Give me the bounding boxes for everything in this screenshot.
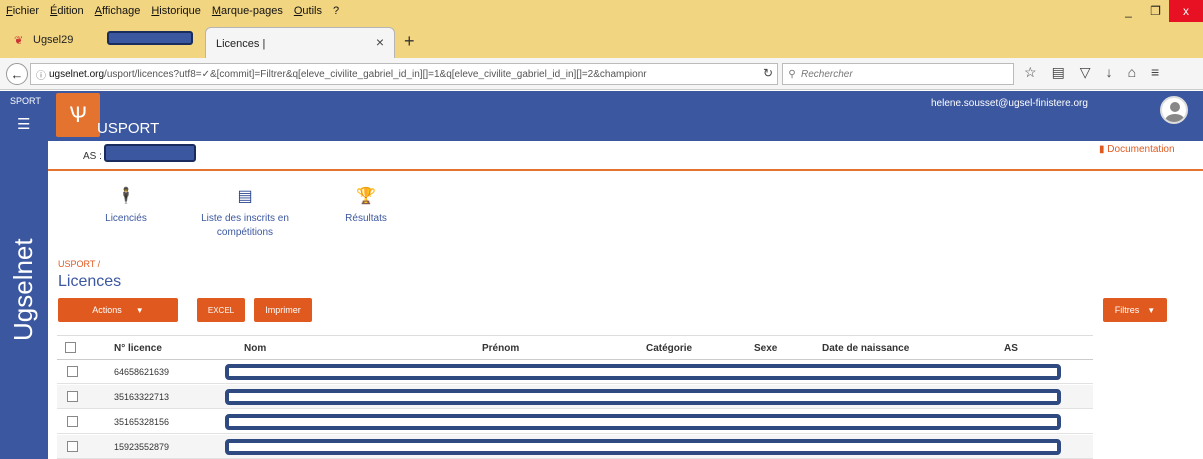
tab-licences[interactable]: Licences | ×	[205, 27, 395, 58]
licences-table: N° licence Nom Prénom Catégorie Sexe Dat…	[57, 335, 1093, 459]
col-prenom[interactable]: Prénom	[482, 343, 519, 354]
tab-ugsel29[interactable]: ❦ Ugsel29	[14, 34, 74, 47]
licence-number: 35165328156	[114, 417, 170, 427]
table-row[interactable]: 35163322713	[57, 385, 1093, 409]
filters-button[interactable]: Filtres ▼	[1103, 298, 1167, 322]
url-domain: ugselnet.org	[49, 68, 105, 80]
new-tab-button[interactable]: +	[404, 31, 415, 52]
list-icon: ▤	[237, 188, 253, 205]
col-date-naissance[interactable]: Date de naissance	[822, 343, 909, 354]
toolbar-icons: ☆ ▤ ▽ ↓ ⌂ ≡	[1024, 64, 1159, 81]
trophy-icon: 🏆	[356, 188, 376, 205]
table-row[interactable]: 35165328156	[57, 410, 1093, 434]
reload-icon[interactable]: ↻	[763, 66, 773, 80]
actions-button[interactable]: Actions ▼	[58, 298, 178, 322]
app-sidebar: SPORT ☰ Ugselnet	[0, 91, 48, 459]
tab-label: Licences |	[216, 38, 266, 50]
breadcrumb[interactable]: USPORT /	[58, 259, 100, 269]
url-path: /usport/licences?utf8=✓&[commit]=Filtrer…	[104, 68, 647, 80]
table-row[interactable]: 15923552879	[57, 435, 1093, 459]
navigation-bar: ← ⓘ ugselnet.org /usport/licences?utf8=✓…	[0, 58, 1203, 90]
nav-inscrits[interactable]: ▤ Liste des inscrits en compétitions	[190, 188, 300, 240]
menu-outils[interactable]: Outils	[288, 5, 327, 17]
print-button[interactable]: Imprimer	[254, 298, 312, 322]
nav-label: Résultats	[345, 213, 387, 224]
redacted-row-data	[225, 389, 1061, 405]
table-header: N° licence Nom Prénom Catégorie Sexe Dat…	[57, 335, 1093, 360]
avatar[interactable]	[1160, 96, 1188, 124]
window-controls: _ ❐ x	[1115, 0, 1203, 22]
minimize-button[interactable]: _	[1115, 0, 1142, 22]
redacted-row-data	[225, 439, 1061, 455]
redacted-tab	[107, 31, 193, 45]
row-checkbox[interactable]	[67, 391, 78, 402]
nav-licencies[interactable]: 🕴 Licenciés	[96, 188, 156, 226]
caret-down-icon: ▼	[1147, 305, 1156, 315]
hamburger-icon[interactable]: ☰	[17, 115, 30, 133]
user-email[interactable]: helene.sousset@ugsel-finistere.org	[931, 98, 1088, 109]
reading-list-icon[interactable]: ▤	[1052, 64, 1065, 81]
bookmark-star-icon[interactable]: ☆	[1024, 64, 1037, 81]
table-row[interactable]: 64658621639	[57, 360, 1093, 384]
menu-historique[interactable]: Historique	[145, 5, 206, 17]
documentation-link[interactable]: ▮ Documentation	[1099, 144, 1175, 155]
pocket-icon[interactable]: ▽	[1080, 64, 1091, 81]
brand-vertical-text: Ugselnet	[8, 238, 38, 341]
redacted-row-data	[225, 364, 1061, 380]
col-as[interactable]: AS	[1004, 343, 1018, 354]
excel-button[interactable]: EXCEL	[197, 298, 245, 322]
address-bar[interactable]: ⓘ ugselnet.org /usport/licences?utf8=✓&[…	[30, 63, 778, 85]
actions-label: Actions	[92, 305, 122, 315]
nav-label: Liste des inscrits en compétitions	[201, 213, 289, 238]
licence-number: 15923552879	[114, 442, 170, 452]
select-all-checkbox[interactable]	[65, 342, 76, 353]
favicon-icon: ❦	[14, 35, 24, 47]
nav-label: Licenciés	[105, 213, 147, 224]
menu-affichage[interactable]: Affichage	[89, 5, 146, 17]
app-name: USPORT	[97, 120, 160, 137]
download-icon[interactable]: ↓	[1106, 64, 1113, 81]
browser-menubar: Fichier Édition Affichage Historique Mar…	[0, 0, 1203, 22]
caret-down-icon: ▼	[135, 305, 144, 315]
row-checkbox[interactable]	[67, 366, 78, 377]
search-icon: ⚲	[788, 68, 796, 80]
menu-help[interactable]: ?	[327, 5, 344, 17]
close-window-button[interactable]: x	[1169, 0, 1203, 22]
app-header: Ѱ USPORT helene.sousset@ugsel-finistere.…	[48, 91, 1203, 141]
filters-label: Filtres	[1114, 305, 1140, 315]
as-row: AS : F	[48, 141, 1203, 171]
back-button[interactable]: ←	[6, 63, 28, 85]
licence-number: 35163322713	[114, 392, 170, 402]
close-tab-icon[interactable]: ×	[376, 34, 384, 50]
col-licence[interactable]: N° licence	[114, 343, 162, 354]
col-categorie[interactable]: Catégorie	[646, 343, 692, 354]
row-checkbox[interactable]	[67, 441, 78, 452]
redacted-as-name	[104, 144, 196, 162]
person-icon: 🕴	[116, 188, 136, 205]
row-checkbox[interactable]	[67, 416, 78, 427]
page-title: Licences	[58, 273, 122, 290]
home-icon[interactable]: ⌂	[1128, 64, 1136, 81]
sport-label: SPORT	[10, 96, 41, 106]
menu-marque-pages[interactable]: Marque-pages	[206, 5, 288, 17]
maximize-button[interactable]: ❐	[1142, 0, 1169, 22]
col-sexe[interactable]: Sexe	[754, 343, 777, 354]
documentation-label: Documentation	[1107, 144, 1175, 155]
search-input[interactable]: ⚲ Rechercher	[782, 63, 1014, 85]
menu-fichier[interactable]: Fichier	[0, 5, 44, 17]
tab-label: Ugsel29	[33, 34, 74, 46]
book-icon: ▮	[1099, 144, 1105, 155]
search-placeholder: Rechercher	[801, 68, 853, 80]
col-nom[interactable]: Nom	[244, 343, 266, 354]
menu-hamburger-icon[interactable]: ≡	[1151, 64, 1159, 81]
ugsel-logo-icon[interactable]: Ѱ	[56, 93, 100, 137]
redacted-row-data	[225, 414, 1061, 430]
info-icon[interactable]: ⓘ	[33, 67, 49, 82]
nav-resultats[interactable]: 🏆 Résultats	[336, 188, 396, 226]
menu-edition[interactable]: Édition	[44, 5, 89, 17]
licence-number: 64658621639	[114, 367, 170, 377]
